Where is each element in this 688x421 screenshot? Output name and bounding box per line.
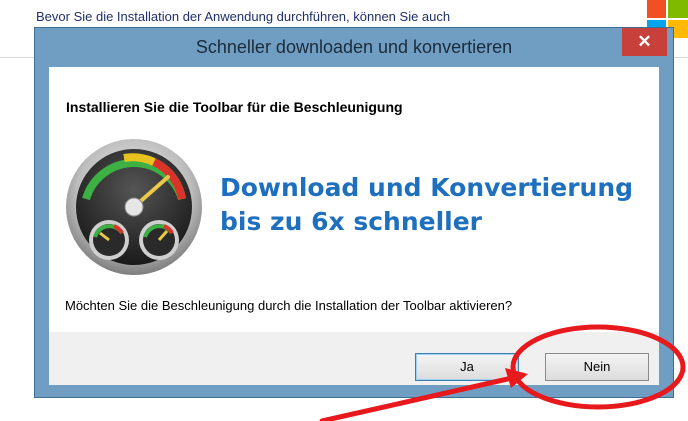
promo-line-1: Download und Konvertierung (220, 173, 634, 202)
dialog-content-panel: Installieren Sie die Toolbar für die Bes… (49, 67, 659, 332)
promo-line-2: bis zu 6x schneller (220, 207, 482, 236)
dialog-heading: Installieren Sie die Toolbar für die Bes… (66, 99, 403, 115)
close-button[interactable]: ✕ (622, 28, 667, 56)
activation-question: Möchten Sie die Beschleunigung durch die… (65, 298, 513, 313)
speedometer-icon (66, 139, 202, 275)
background-installer-text: Bevor Sie die Installation der Anwendung… (36, 9, 451, 24)
no-button[interactable]: Nein (545, 353, 649, 381)
promo-text: Download und Konvertierung bis zu 6x sch… (220, 171, 633, 239)
dialog-title: Schneller downloaden und konvertieren (195, 37, 513, 57)
toolbar-offer-dialog: Schneller downloaden und konvertieren ✕ … (34, 27, 674, 398)
dialog-titlebar[interactable]: Schneller downloaden und konvertieren ✕ (35, 28, 673, 67)
yes-button[interactable]: Ja (415, 353, 519, 381)
dialog-client-area: Installieren Sie die Toolbar für die Bes… (49, 67, 659, 385)
